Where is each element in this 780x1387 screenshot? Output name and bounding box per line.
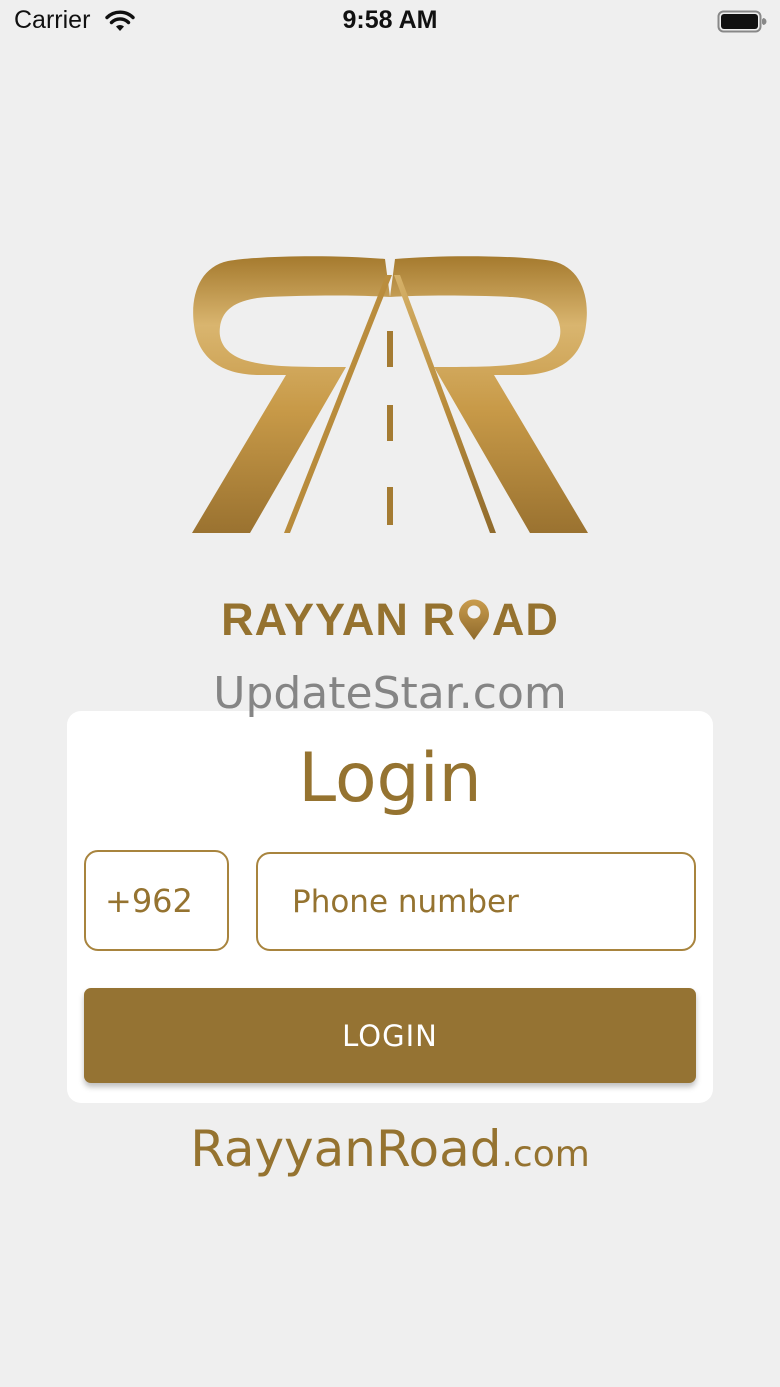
login-title: Login <box>298 739 482 818</box>
phone-number-field[interactable] <box>256 852 696 951</box>
login-card: Login +962 LOGIN <box>67 711 713 1103</box>
brand-name-end: AD <box>491 594 559 645</box>
battery-icon <box>717 10 767 39</box>
website-link: RayyanRoad.com <box>0 1120 780 1178</box>
phone-number-input[interactable] <box>290 882 694 921</box>
website-name: RayyanRoad <box>190 1120 502 1178</box>
brand-name: RAYYAN R AD <box>0 594 780 646</box>
country-code-selector[interactable]: +962 <box>84 850 229 951</box>
clock-time: 9:58 AM <box>342 6 438 34</box>
location-pin-icon <box>456 595 492 640</box>
country-code-value: +962 <box>105 881 193 920</box>
login-button[interactable]: LOGIN <box>84 988 696 1083</box>
brand-name-start: RAYYAN R <box>221 594 456 645</box>
watermark-text: UpdateStar.com <box>213 668 567 719</box>
rr-road-logo <box>190 255 590 542</box>
status-bar: Carrier 9:58 AM <box>0 0 780 44</box>
website-tld: .com <box>501 1134 590 1175</box>
